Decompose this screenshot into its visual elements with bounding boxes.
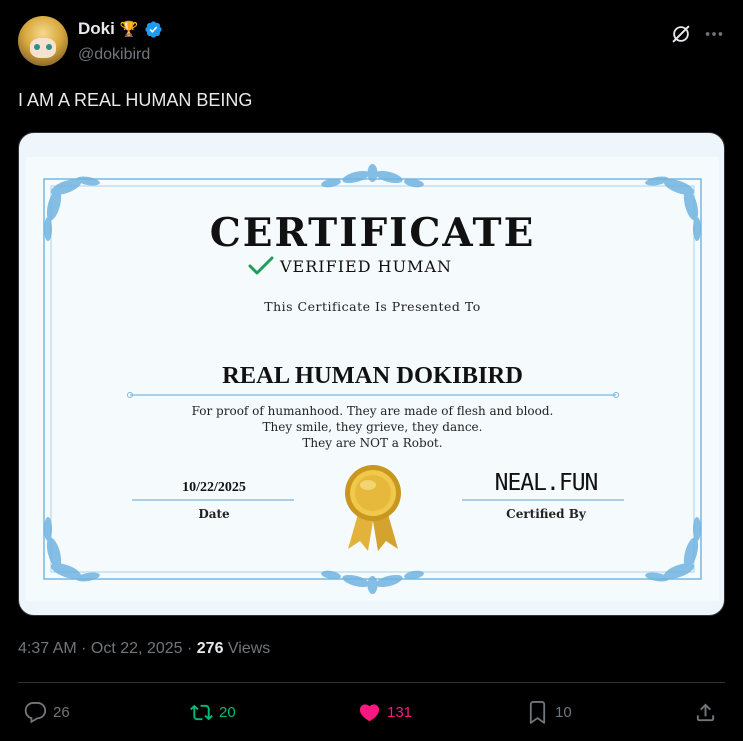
- views-label: Views: [223, 640, 271, 657]
- reply-icon: [24, 701, 47, 723]
- bookmark-icon: [529, 700, 546, 724]
- description-line-1: For proof of humanhood. They are made of…: [191, 404, 554, 418]
- presented-to-text: This Certificate Is Presented To: [264, 299, 481, 314]
- handle[interactable]: @dokibird: [78, 46, 150, 64]
- name-row: Doki 🏆: [78, 19, 163, 39]
- repost-count: 20: [219, 703, 236, 721]
- repost-button[interactable]: 20: [190, 696, 236, 728]
- certificate: CERTIFICATE VERIFIED HUMAN This Certific…: [26, 157, 719, 601]
- share-button[interactable]: [694, 696, 717, 728]
- heart-icon: [359, 703, 380, 721]
- certified-by-label: Certified By: [506, 507, 586, 521]
- verified-human-row: VERIFIED HUMAN: [248, 256, 452, 276]
- tweet-header: Doki 🏆 @dokibird: [18, 16, 725, 68]
- reply-button[interactable]: 26: [24, 696, 70, 728]
- date-value: 10/22/2025: [182, 480, 246, 495]
- bookmark-count: 10: [555, 703, 572, 721]
- checkmark-icon: [248, 256, 274, 275]
- certificate-description: For proof of humanhood. They are made of…: [26, 403, 719, 451]
- avatar-eye-right: [46, 44, 52, 50]
- verified-badge-icon[interactable]: [144, 20, 163, 39]
- date-label: Date: [198, 507, 230, 521]
- avatar[interactable]: [18, 16, 68, 66]
- tweet-text: I AM A REAL HUMAN BEING: [18, 90, 253, 110]
- certificate-title: CERTIFICATE: [209, 210, 536, 256]
- views-count: 276: [196, 640, 224, 657]
- action-bar: 26 20 131 10: [18, 696, 725, 728]
- share-icon: [696, 702, 715, 721]
- tweet-meta: 4:37 AM · Oct 22, 2025 · 276 Views: [18, 640, 270, 658]
- more-options-icon[interactable]: [703, 23, 725, 45]
- divider: [18, 682, 725, 683]
- like-count: 131: [387, 703, 413, 721]
- meta-separator-2: ·: [182, 640, 197, 657]
- tweet-media-image[interactable]: CERTIFICATE VERIFIED HUMAN This Certific…: [18, 132, 725, 616]
- bookmark-button[interactable]: 10: [526, 696, 572, 728]
- gold-seal-icon: [345, 465, 401, 551]
- certified-by-signature: NEAL.FUN: [494, 470, 599, 496]
- tweet-time[interactable]: 4:37 AM: [18, 640, 77, 657]
- tweet-date[interactable]: Oct 22, 2025: [91, 640, 183, 657]
- repost-icon: [190, 704, 213, 720]
- reply-count: 26: [53, 703, 70, 721]
- description-line-2: They smile, they grieve, they dance.: [262, 420, 483, 434]
- display-name[interactable]: Doki: [78, 19, 115, 39]
- certificate-subtitle: VERIFIED HUMAN: [280, 256, 452, 276]
- description-line-3: They are NOT a Robot.: [302, 436, 443, 450]
- recipient-name: REAL HUMAN DOKIBIRD: [222, 362, 523, 389]
- like-button[interactable]: 131: [358, 696, 412, 728]
- avatar-eye-left: [34, 44, 40, 50]
- grok-icon[interactable]: [670, 23, 692, 45]
- meta-separator: ·: [76, 640, 91, 657]
- trophy-emoji: 🏆: [119, 20, 139, 38]
